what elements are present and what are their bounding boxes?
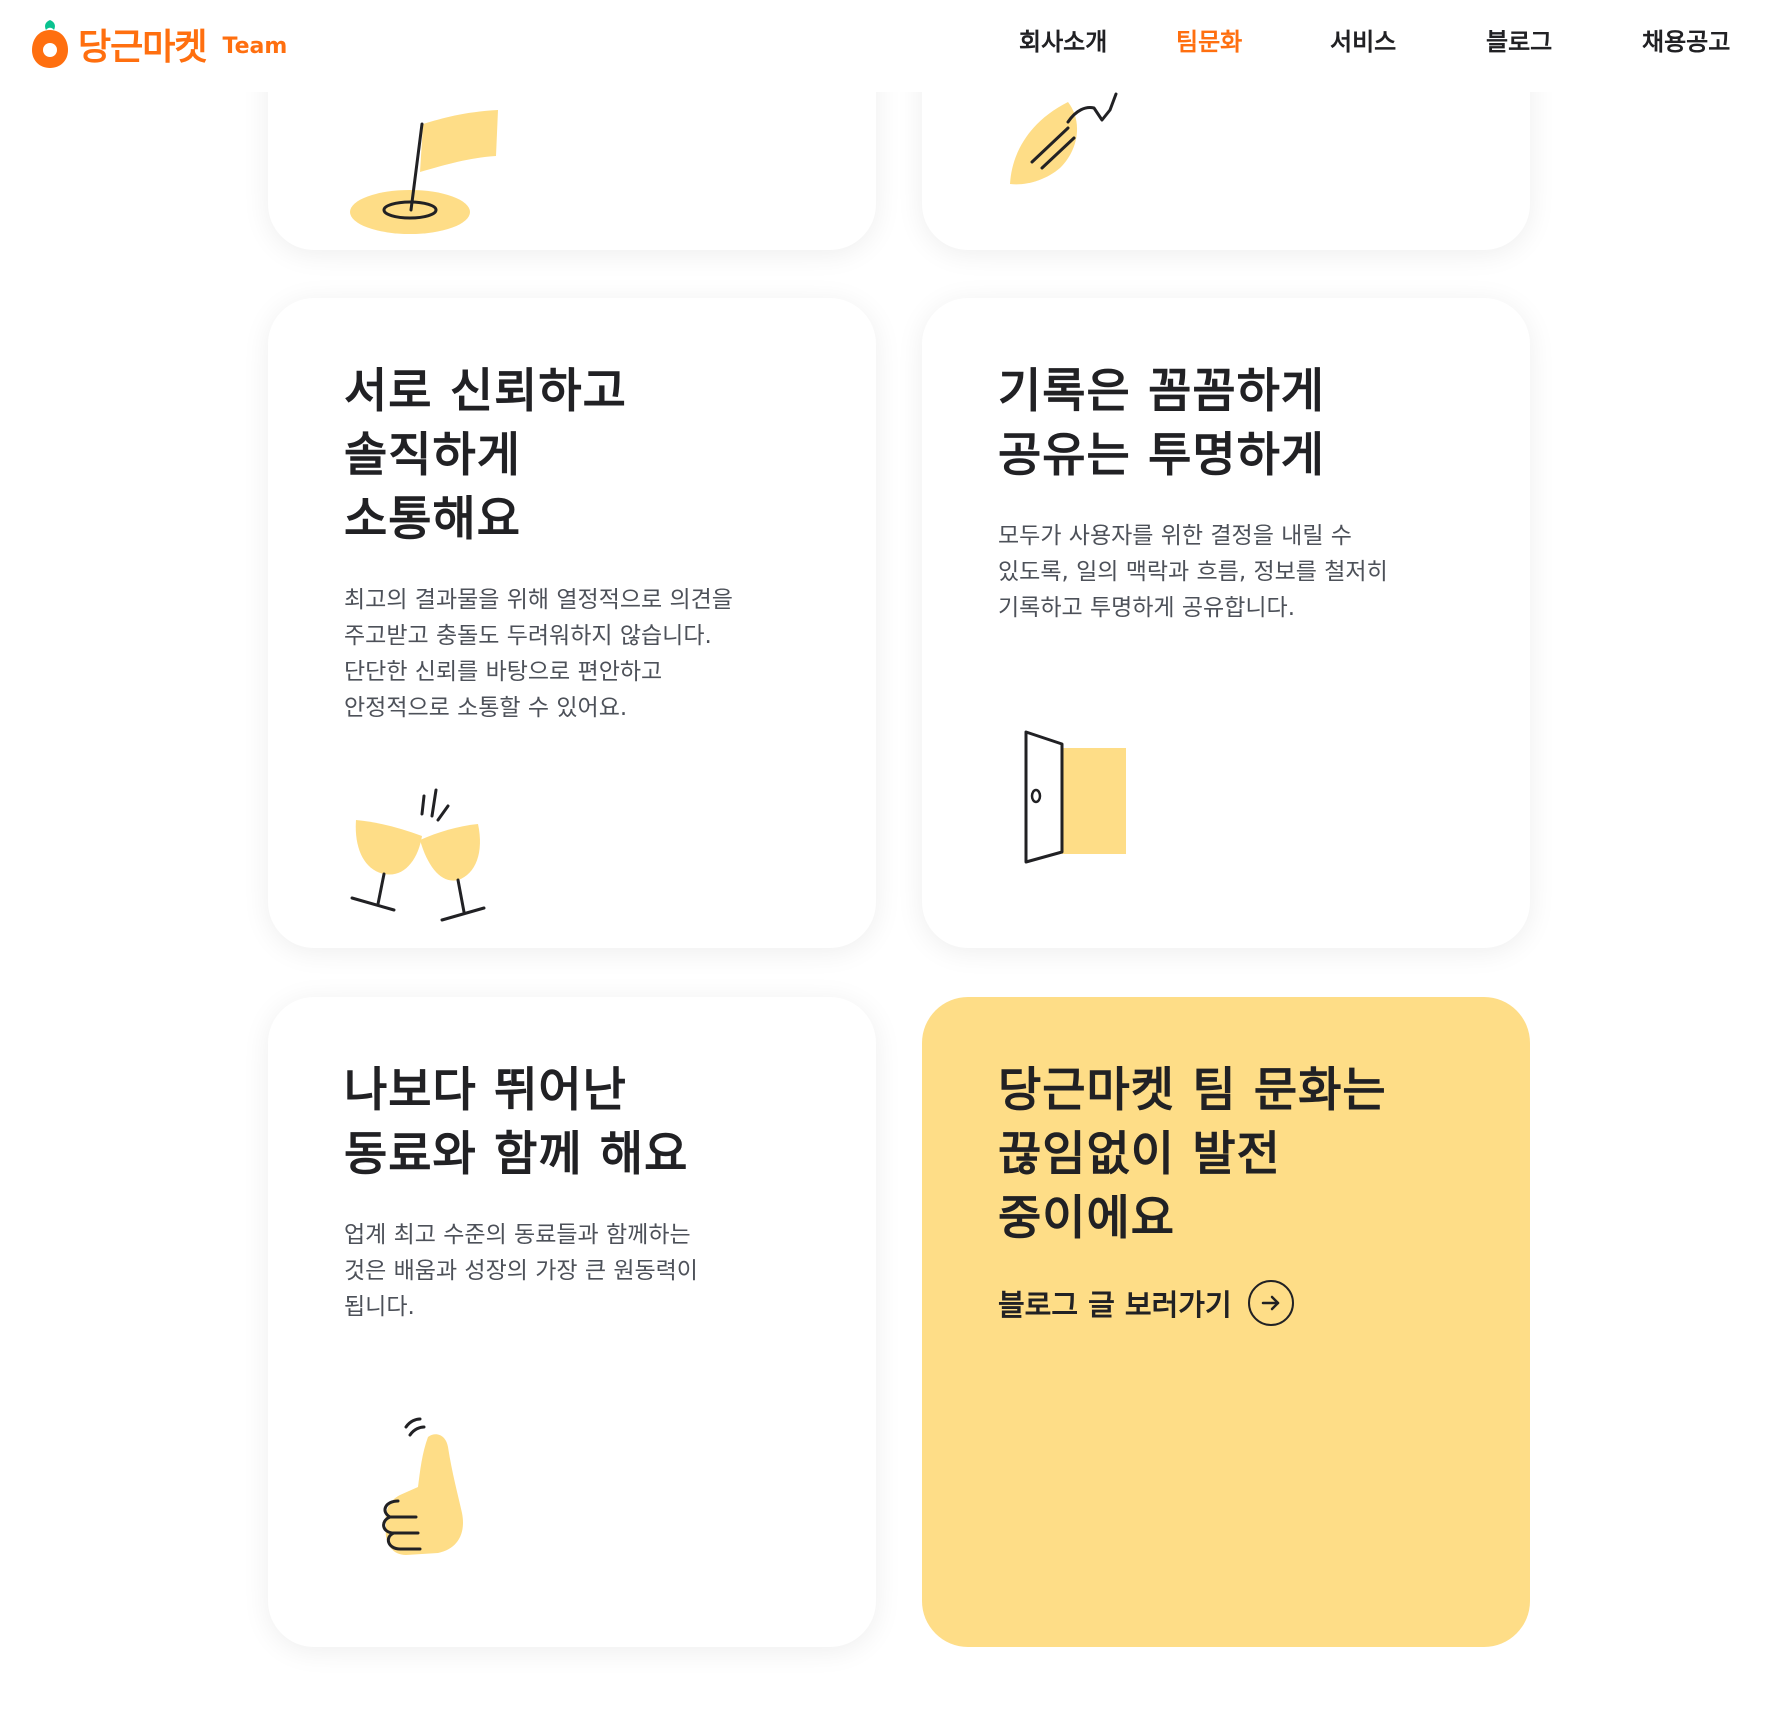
rocket-icon <box>1010 92 1118 185</box>
nav-item-company[interactable]: 회사소개 <box>1019 22 1107 62</box>
carrot-logo-icon <box>32 20 68 68</box>
blog-link-label: 블로그 글 보러가기 <box>998 1288 1232 1322</box>
card-title: 서로 신뢰하고 솔직하게 소통해요 <box>344 364 627 547</box>
card-title: 나보다 뛰어난 동료와 함께 해요 <box>344 1063 689 1182</box>
logo-wordmark: 당근마켓 <box>78 27 207 68</box>
card-description: 모두가 사용자를 위한 결정을 내릴 수 있도록, 일의 맥락과 흐름, 정보를… <box>998 523 1388 621</box>
card-description: 업계 최고 수준의 동료들과 함께하는 것은 배움과 성장의 가장 큰 원동력이… <box>344 1222 698 1320</box>
open-door-icon <box>1024 730 1126 864</box>
site-header: 당근마켓 Team 회사소개 팀문화 서비스 블로그 채용공고 <box>0 0 1791 92</box>
logo-team-label: Team <box>222 33 288 59</box>
card-description: 최고의 결과물을 위해 열정적으로 의견을 주고받고 충돌도 두려워하지 않습니… <box>344 587 733 721</box>
flag-icon <box>350 110 498 234</box>
culture-card-growing: 당근마켓 팀 문화는 끊임없이 발전 중이에요 블로그 글 보러가기 <box>922 997 1530 1647</box>
arrow-right-icon <box>1247 1280 1294 1326</box>
culture-card-record: 기록은 꼼꼼하게 공유는 투명하게 모두가 사용자를 위한 결정을 내릴 수 있… <box>922 298 1530 948</box>
culture-card-colleagues: 나보다 뛰어난 동료와 함께 해요 업계 최고 수준의 동료들과 함께하는 것은… <box>268 997 876 1647</box>
nav-item-team-culture[interactable]: 팀문화 <box>1176 22 1242 62</box>
nav-item-blog[interactable]: 블로그 <box>1486 22 1552 62</box>
card-title: 당근마켓 팀 문화는 끊임없이 발전 중이에요 <box>998 1063 1387 1246</box>
cheers-glasses-icon <box>350 788 486 922</box>
blog-link[interactable]: 블로그 글 보러가기 <box>998 1280 1294 1326</box>
thumbs-up-icon <box>382 1417 463 1555</box>
team-culture-page: 당근마켓 Team 회사소개 팀문화 서비스 블로그 채용공고 서로 신뢰하고 <box>0 0 1791 1726</box>
nav-item-service[interactable]: 서비스 <box>1330 22 1396 62</box>
card-title: 기록은 꼼꼼하게 공유는 투명하게 <box>998 364 1326 483</box>
logo-link[interactable]: 당근마켓 Team <box>30 14 287 74</box>
culture-card-trust: 서로 신뢰하고 솔직하게 소통해요 최고의 결과물을 위해 열정적으로 의견을 … <box>268 298 876 948</box>
nav-item-careers[interactable]: 채용공고 <box>1642 22 1730 62</box>
